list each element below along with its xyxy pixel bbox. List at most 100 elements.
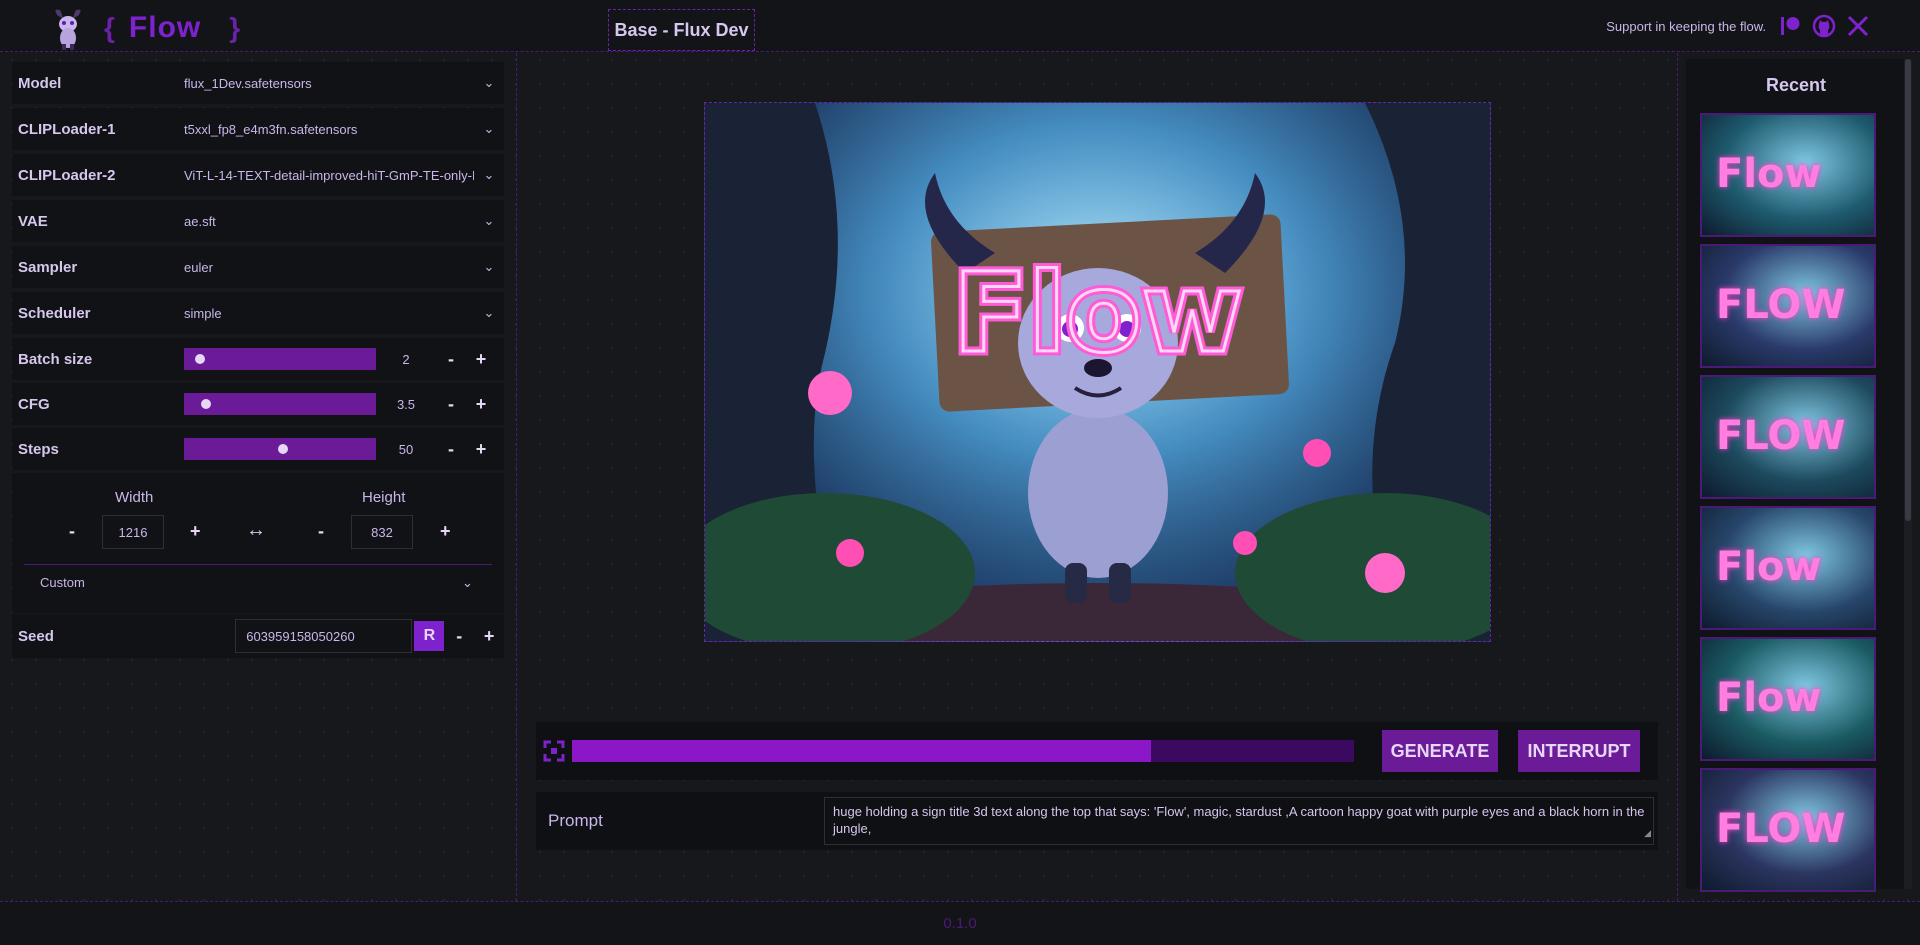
clip2-label: CLIPLoader-2 [18,166,116,184]
thumbnail-text: FLOW [1716,282,1846,328]
cfg-control: CFG 3.5 - + [12,383,504,425]
swap-dimensions-icon[interactable]: ↔ [246,519,266,542]
steps-value: 50 [398,441,414,457]
height-increment-button[interactable]: + [440,521,451,542]
height-decrement-button[interactable]: - [318,521,324,542]
recent-panel: Recent Flow FLOW FLOW Flow Flow FLOW [1677,53,1920,901]
decrement-button[interactable]: - [436,349,466,370]
chevron-down-icon[interactable]: ⌄ [474,259,504,275]
sampler-select[interactable]: Sampler euler ⌄ [12,246,504,288]
support-links: Support in keeping the flow. [1606,14,1870,38]
batch-size-slider[interactable] [184,348,376,370]
steps-slider[interactable] [184,438,376,460]
increment-button[interactable]: + [474,626,504,647]
seed-input[interactable]: 603959158050260 [235,619,413,653]
decrement-button[interactable]: - [436,439,466,460]
slider-knob[interactable] [278,444,288,454]
chevron-down-icon[interactable]: ⌄ [474,121,504,137]
slider-knob[interactable] [195,354,206,364]
height-label: Height [362,489,406,506]
chevron-down-icon[interactable]: ⌄ [474,167,504,183]
slider-knob[interactable] [200,399,211,409]
clip2-select[interactable]: CLIPLoader-2 ViT-L-14-TEXT-detail-improv… [12,154,504,196]
scrollbar-thumb[interactable] [1905,59,1911,521]
seed-control: Seed 603959158050260 R - + [12,614,504,658]
generation-controls: GENERATE INTERRUPT [536,722,1658,780]
clip2-value: ViT-L-14-TEXT-detail-improved-hiT-GmP-TE… [184,167,474,183]
vae-select[interactable]: VAE ae.sft ⌄ [12,200,504,242]
steps-label: Steps [18,440,59,458]
sampler-label: Sampler [18,258,78,276]
goat-artwork: Flow Flow [705,103,1490,641]
width-decrement-button[interactable]: - [69,521,75,542]
thumbnail-text: FLOW [1716,806,1846,852]
svg-text:Flow: Flow [953,249,1243,377]
chevron-down-icon[interactable]: ⌄ [474,305,504,321]
dimensions-control: Width Height - 1216 + ↔ - 832 + Custom ⌄ [12,473,504,613]
recent-thumbnail[interactable]: Flow [1700,113,1876,237]
settings-panel: Model flux_1Dev.safetensors ⌄ CLIPLoader… [0,53,517,901]
progress-fill [572,740,1151,762]
decrement-button[interactable]: - [436,394,466,415]
decrement-button[interactable]: - [444,626,474,647]
logo-brace-open: { [104,12,115,43]
sampler-value: euler [184,259,213,275]
model-value: flux_1Dev.safetensors [184,75,312,91]
cfg-value: 3.5 [396,396,416,412]
vae-label: VAE [18,212,48,230]
cfg-label: CFG [18,395,50,413]
goat-logo-icon [55,9,81,50]
prompt-value: huge holding a sign title 3d text along … [833,804,1645,836]
x-icon[interactable] [1846,14,1870,38]
generate-button[interactable]: GENERATE [1382,730,1498,772]
fullscreen-icon[interactable] [542,739,566,763]
seed-label: Seed [18,627,54,645]
width-label: Width [115,489,154,506]
thumbnail-text: Flow [1716,151,1822,197]
recent-thumbnail[interactable]: FLOW [1700,375,1876,499]
chevron-down-icon[interactable]: ⌄ [474,213,504,229]
interrupt-button[interactable]: INTERRUPT [1518,730,1640,772]
aspect-preset-select[interactable]: Custom ⌄ [24,564,492,600]
thumbnail-text: Flow [1716,675,1822,721]
clip1-label: CLIPLoader-1 [18,120,116,138]
model-select[interactable]: Model flux_1Dev.safetensors ⌄ [12,62,504,104]
vae-value: ae.sft [184,213,216,229]
prompt-textarea[interactable]: huge holding a sign title 3d text along … [824,797,1654,845]
batch-size-control: Batch size 2 - + [12,338,504,380]
patreon-icon[interactable] [1778,14,1802,38]
width-increment-button[interactable]: + [190,521,201,542]
recent-thumbnail[interactable]: FLOW [1700,768,1876,892]
clip1-value: t5xxl_fp8_e4m3fn.safetensors [184,121,358,137]
prompt-row: Prompt huge holding a sign title 3d text… [536,792,1658,850]
width-input[interactable]: 1216 [102,515,164,549]
thumbnail-text: Flow [1716,544,1822,590]
recent-thumbnail[interactable]: Flow [1700,637,1876,761]
recent-scrollbar[interactable] [1904,59,1912,889]
generated-image[interactable]: Flow Flow [704,102,1491,642]
logo[interactable]: { Flow } [46,6,254,50]
scheduler-select[interactable]: Scheduler simple ⌄ [12,292,504,334]
scheduler-label: Scheduler [18,304,91,322]
resize-handle-icon[interactable]: ◢ [1644,825,1651,842]
brand-name: Flow [128,11,202,44]
batch-size-value: 2 [402,351,410,367]
chevron-down-icon[interactable]: ⌄ [462,575,492,591]
chevron-down-icon[interactable]: ⌄ [474,75,504,91]
increment-button[interactable]: + [466,394,496,415]
recent-thumbnail[interactable]: FLOW [1700,244,1876,368]
github-icon[interactable] [1812,14,1836,38]
logo-brace-close: } [229,12,241,43]
recent-thumbnail[interactable]: Flow [1700,506,1876,630]
workflow-title[interactable]: Base - Flux Dev [608,9,755,51]
cfg-slider[interactable] [184,393,376,415]
clip1-select[interactable]: CLIPLoader-1 t5xxl_fp8_e4m3fn.safetensor… [12,108,504,150]
app-footer: 0.1.0 [0,901,1920,945]
increment-button[interactable]: + [466,439,496,460]
support-text: Support in keeping the flow. [1606,18,1766,34]
increment-button[interactable]: + [466,349,496,370]
preset-value: Custom [40,575,85,590]
height-input[interactable]: 832 [351,515,413,549]
randomize-seed-button[interactable]: R [414,621,445,651]
model-label: Model [18,74,62,92]
